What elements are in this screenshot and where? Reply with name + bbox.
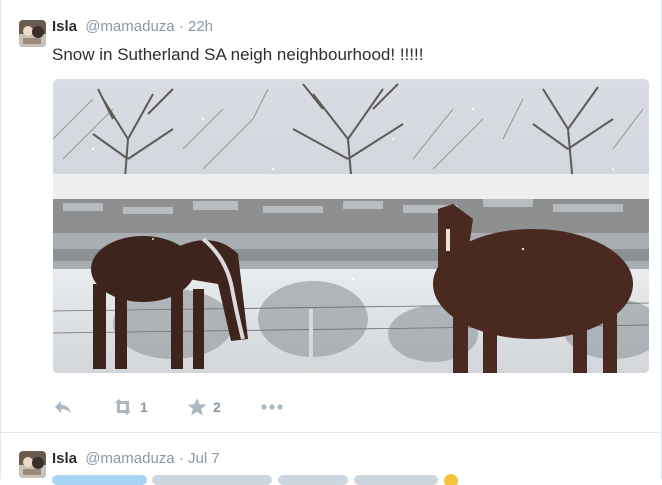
retweet-button[interactable]: 1: [111, 395, 148, 419]
separator-dot: ·: [178, 18, 184, 35]
reply-button[interactable]: [53, 395, 73, 419]
favorite-button[interactable]: 2: [187, 395, 221, 419]
tweet[interactable]: Isla @mamaduza · 22h Snow in Sutherland …: [0, 0, 662, 433]
avatar[interactable]: [19, 451, 46, 478]
timestamp[interactable]: Jul 7: [188, 450, 220, 467]
tweet[interactable]: Isla @mamaduza · Jul 7: [0, 433, 662, 485]
tweet-text: Snow in Sutherland SA neigh neighbourhoo…: [52, 45, 424, 64]
username[interactable]: @mamaduza: [85, 18, 174, 35]
display-name[interactable]: Isla: [52, 18, 77, 35]
tweet-photo[interactable]: [53, 79, 649, 373]
favorite-count: 2: [213, 399, 221, 415]
retweet-icon: [111, 399, 135, 415]
username[interactable]: @mamaduza: [85, 450, 174, 467]
star-icon: [187, 398, 207, 416]
emoji-icon: [444, 474, 458, 485]
more-button[interactable]: [261, 395, 283, 419]
tweet-text-cut-off: [52, 473, 472, 485]
display-name[interactable]: Isla: [52, 450, 77, 467]
reply-icon: [53, 399, 73, 415]
retweet-count: 1: [140, 399, 148, 415]
more-dots-icon: [261, 404, 283, 410]
tweet-header: Isla @mamaduza · 22h: [52, 18, 213, 35]
timestamp[interactable]: 22h: [188, 18, 213, 35]
avatar[interactable]: [19, 20, 46, 47]
separator-dot: ·: [178, 450, 184, 467]
tweet-header: Isla @mamaduza · Jul 7: [52, 450, 220, 467]
